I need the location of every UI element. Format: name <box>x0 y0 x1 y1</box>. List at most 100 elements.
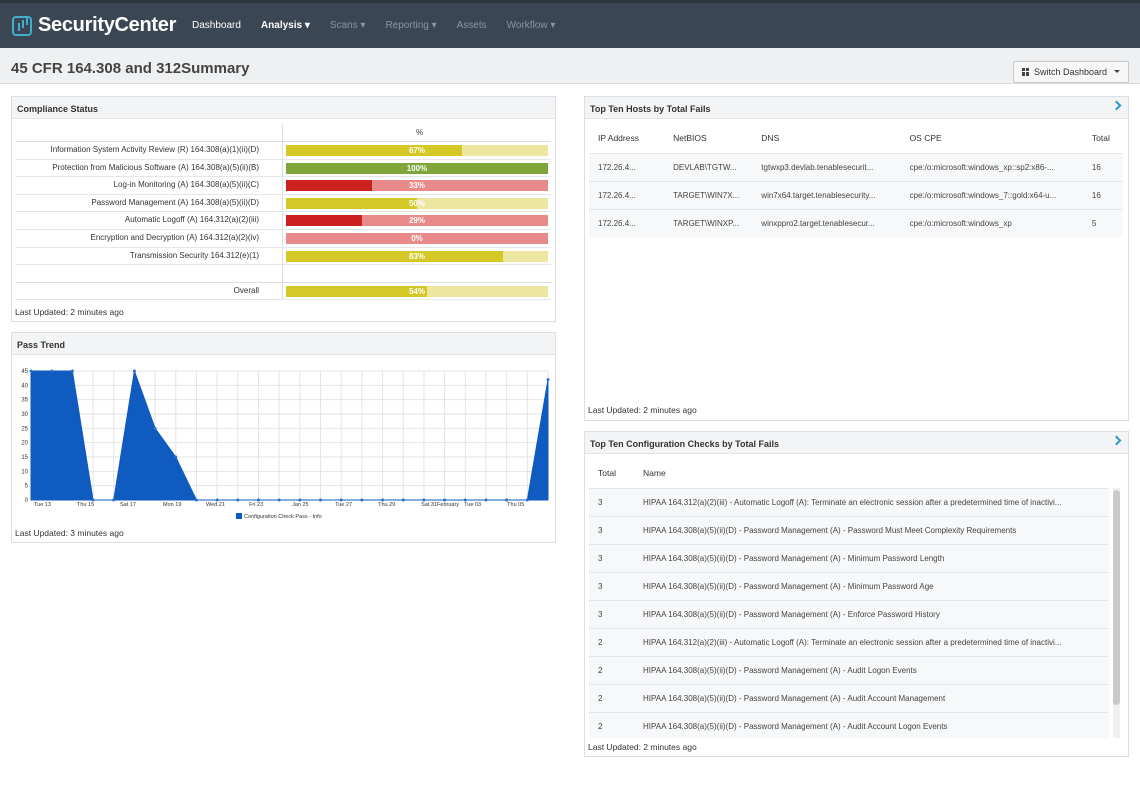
x-tick-label: Thu 29 <box>378 502 395 508</box>
compliance-label: Automatic Logoff (A) 164.312(a)(2)(iii) <box>124 215 259 225</box>
y-tick-label: 45 <box>21 369 28 375</box>
compliance-bar: 33% <box>286 180 548 192</box>
switch-dashboard-button[interactable]: Switch Dashboard <box>1012 60 1129 83</box>
x-tick-label: Jan 25 <box>292 502 309 508</box>
table-row[interactable]: 3 HIPAA 164.308(a)(5)(ii)(D) - Password M… <box>589 515 1109 544</box>
column-header[interactable]: Total <box>589 458 634 488</box>
table-cell: 5 <box>1082 208 1123 237</box>
compliance-label: Encryption and Decryption (A) 164.312(a)… <box>90 232 259 242</box>
data-point <box>256 498 260 502</box>
data-point <box>277 498 281 502</box>
caret-down-icon <box>1114 70 1120 73</box>
compliance-row: Transmission Security 164.312(e)(1) 83% <box>16 248 551 266</box>
table-row[interactable]: 3 HIPAA 164.308(a)(5)(ii)(D) - Password M… <box>589 543 1109 572</box>
table-cell: 172.26.4... <box>589 180 665 209</box>
app-logo[interactable]: SecurityCenter <box>12 14 182 37</box>
table-cell: 16 <box>1082 180 1123 209</box>
nav-item-0[interactable]: Dashboard <box>182 20 251 31</box>
nav-item-3[interactable]: Reporting ▾ <box>375 20 446 31</box>
data-point <box>381 498 385 502</box>
compliance-row: Automatic Logoff (A) 164.312(a)(2)(iii) 2… <box>16 212 551 230</box>
compliance-pct: 54% <box>408 286 425 296</box>
nav-item-2[interactable]: Scans ▾ <box>320 20 376 31</box>
data-point <box>443 498 447 502</box>
table-cell: HIPAA 164.308(a)(5)(ii)(D) - Password Ma… <box>634 599 1109 628</box>
table-cell: TARGET\WINXP... <box>664 208 753 237</box>
compliance-pct: 67% <box>408 146 425 155</box>
data-point <box>91 498 95 502</box>
compliance-bar: 83% <box>286 250 548 262</box>
compliance-row: Encryption and Decryption (A) 164.312(a)… <box>16 230 551 248</box>
table-cell: HIPAA 164.308(a)(5)(ii)(D) - Password Ma… <box>634 711 1109 738</box>
pass-trend-panel: Pass Trend 0 5 10 15 20 25 30 35 40 45 Tue 13 Thu 1… <box>11 332 556 543</box>
trend-updated: Last Updated: 3 minutes ago <box>15 528 124 538</box>
column-header[interactable]: DNS <box>752 123 900 153</box>
table-cell: HIPAA 164.308(a)(5)(ii)(D) - Password Ma… <box>634 655 1109 684</box>
x-tick-label: Tue 27 <box>335 502 352 508</box>
table-row[interactable]: 2 HIPAA 164.308(a)(5)(ii)(D) - Password M… <box>589 655 1109 684</box>
y-tick-label: 30 <box>21 412 28 418</box>
table-header-row: IP Address NetBIOS DNS OS CPE Total <box>589 123 1123 153</box>
hosts-updated: Last Updated: 2 minutes ago <box>588 405 697 415</box>
column-header[interactable]: OS CPE <box>901 123 1083 153</box>
table-row[interactable]: 3 HIPAA 164.312(a)(2)(iii) - Automatic Lo… <box>589 487 1109 516</box>
compliance-row: Log-in Monitoring (A) 164.308(a)(5)(ii)(… <box>16 177 551 195</box>
chevron-right-icon[interactable] <box>1111 435 1122 446</box>
checks-scrollbar[interactable] <box>1113 488 1120 738</box>
chevron-right-icon[interactable] <box>1111 100 1122 111</box>
compliance-row: Information System Activity Review (R) 1… <box>16 142 551 160</box>
table-cell: 2 <box>589 683 634 712</box>
column-header[interactable]: IP Address <box>589 123 664 153</box>
legend-swatch <box>236 513 242 519</box>
x-tick-label: Sat 17 <box>120 502 136 508</box>
table-row[interactable]: 172.26.4... DEVLAB\TGTW... tgtwxp3.devlab.… <box>589 152 1123 181</box>
table-cell: 16 <box>1082 152 1123 181</box>
compliance-row: Password Management (A) 164.308(a)(5)(ii… <box>16 195 551 213</box>
table-row[interactable]: 172.26.4... TARGET\WINXP... winxppro2.targ… <box>589 208 1123 237</box>
column-header[interactable]: NetBIOS <box>664 123 752 153</box>
nav-item-5[interactable]: Workflow ▾ <box>497 20 566 31</box>
data-point <box>422 498 426 502</box>
table-cell: HIPAA 164.312(a)(2)(iii) - Automatic Log… <box>634 487 1109 516</box>
table-cell: 3 <box>589 599 634 628</box>
x-tick-label: Thu 05 <box>507 502 524 508</box>
top-hosts-title-text: Top Ten Hosts by Total Fails <box>590 104 711 114</box>
table-cell: 2 <box>589 627 634 656</box>
table-row[interactable]: 172.26.4... TARGET\WIN7X... win7x64.target… <box>589 180 1123 209</box>
nav-item-4[interactable]: Assets <box>447 20 497 31</box>
table-row[interactable]: 2 HIPAA 164.312(a)(2)(iii) - Automatic Lo… <box>589 627 1109 656</box>
compliance-status-title: Compliance Status <box>12 97 555 119</box>
x-tick-label: Fri 23 <box>249 502 263 508</box>
table-cell: cpe:/o:microsoft:windows_xp::sp2:x86-... <box>900 152 1083 181</box>
column-header[interactable]: Name <box>634 458 1109 488</box>
x-tick-label: Mon 19 <box>163 502 181 508</box>
data-point <box>236 498 240 502</box>
y-tick-label: 10 <box>21 469 28 475</box>
table-row[interactable]: 3 HIPAA 164.308(a)(5)(ii)(D) - Password M… <box>589 599 1109 628</box>
compliance-updated: Last Updated: 2 minutes ago <box>15 307 124 317</box>
compliance-bar: 100% <box>286 162 548 174</box>
data-point <box>525 498 529 502</box>
scrollbar-thumb[interactable] <box>1113 490 1120 705</box>
compliance-row: Protection from Malicious Software (A) 1… <box>16 160 551 178</box>
compliance-bar: 0% <box>286 232 548 244</box>
table-cell: 172.26.4... <box>589 152 665 181</box>
table-header-row: Total Name <box>589 458 1109 488</box>
compliance-bar: 29% <box>286 215 548 227</box>
data-point <box>298 498 302 502</box>
nav-item-1[interactable]: Analysis ▾ <box>251 20 320 31</box>
table-row[interactable]: 2 HIPAA 164.308(a)(5)(ii)(D) - Password M… <box>589 683 1109 712</box>
compliance-label: Protection from Malicious Software (A) 1… <box>52 162 259 172</box>
column-header[interactable]: Total <box>1083 123 1123 153</box>
compliance-status-panel: Compliance Status % Information System A… <box>11 96 556 322</box>
checks-scroll-area[interactable]: Total Name 3 HIPAA 164.312(a)(2)(iii) - Aut… <box>585 458 1128 738</box>
percent-header: % <box>416 128 424 137</box>
compliance-pct: 50% <box>408 198 425 208</box>
table-row[interactable]: 2 HIPAA 164.308(a)(5)(ii)(D) - Password M… <box>589 711 1109 738</box>
hosts-table: IP Address NetBIOS DNS OS CPE Total 172.26.4.… <box>589 123 1123 237</box>
compliance-label: Transmission Security 164.312(e)(1) <box>129 250 259 260</box>
table-cell: TARGET\WIN7X... <box>664 180 753 209</box>
table-row[interactable]: 3 HIPAA 164.308(a)(5)(ii)(D) - Password M… <box>589 571 1109 600</box>
x-tick-label: Wed 21 <box>206 502 225 508</box>
table-cell: 3 <box>589 515 634 544</box>
